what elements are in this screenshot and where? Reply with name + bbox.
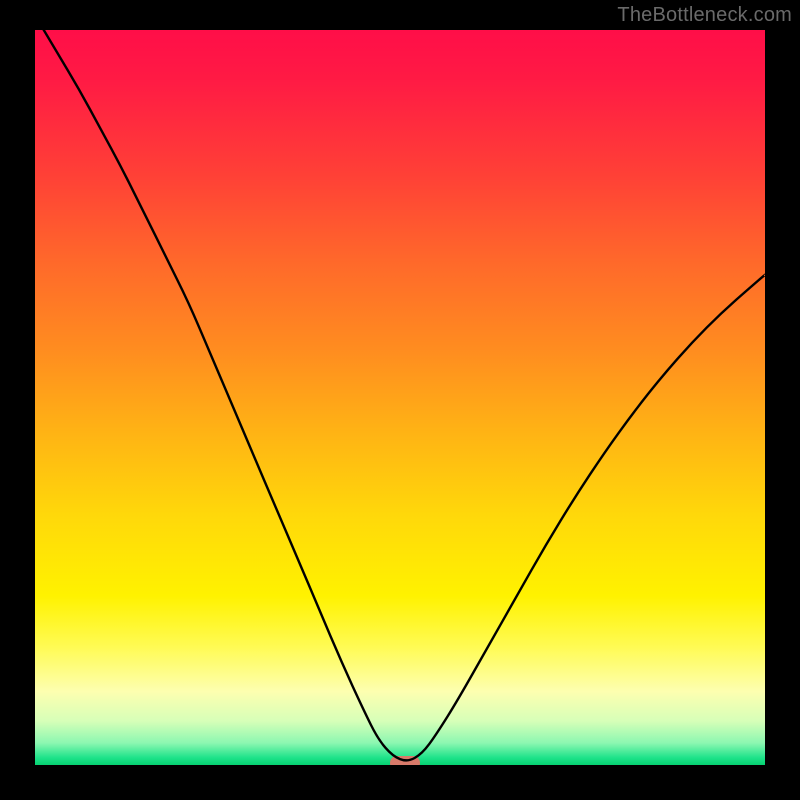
watermark-text: TheBottleneck.com [617,4,792,27]
curve-path [35,30,765,760]
bottleneck-curve [35,30,765,765]
plot-area [35,30,765,765]
chart-frame: TheBottleneck.com [0,0,800,800]
